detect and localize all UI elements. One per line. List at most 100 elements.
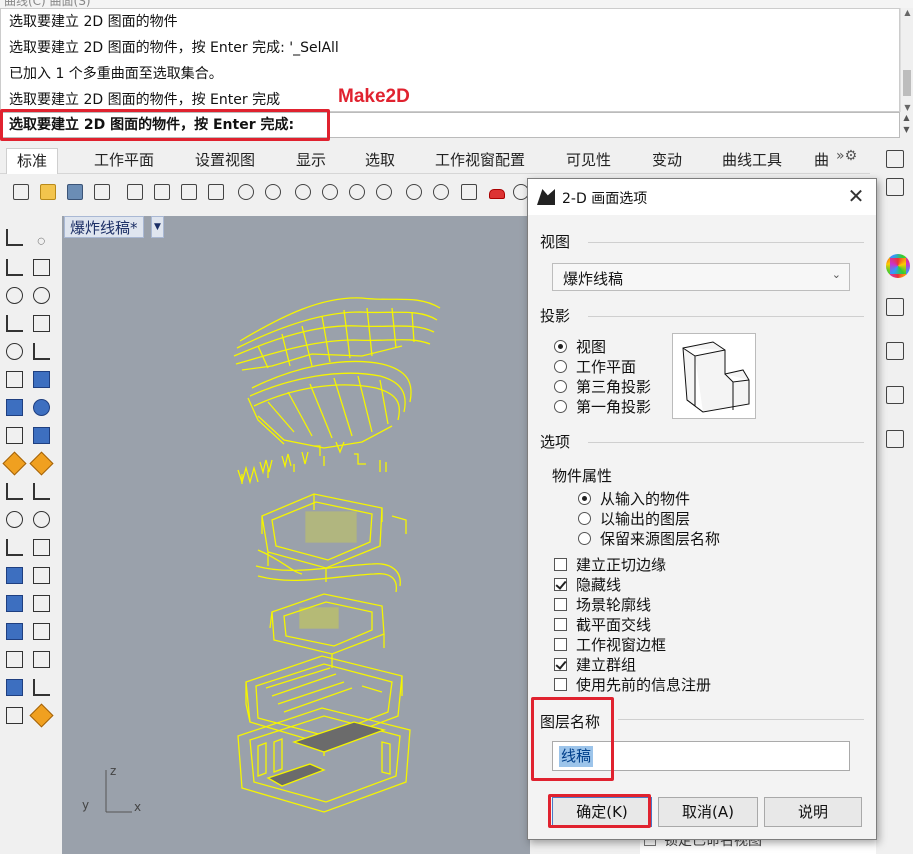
- open-folder-icon[interactable]: [37, 181, 57, 201]
- import-icon[interactable]: [124, 181, 144, 201]
- analysis-icon[interactable]: [3, 452, 25, 474]
- command-spinner[interactable]: ▲ ▼: [900, 112, 913, 138]
- box-solid-icon[interactable]: [3, 396, 25, 418]
- tab-visibility[interactable]: 可见性: [556, 148, 621, 174]
- checkbox[interactable]: [554, 578, 567, 591]
- cut-icon[interactable]: [151, 181, 171, 201]
- zoom-icon[interactable]: [319, 181, 339, 201]
- circle-icon[interactable]: [3, 284, 25, 306]
- tab-display[interactable]: 显示: [286, 148, 336, 174]
- save-icon[interactable]: [64, 181, 84, 201]
- sphere-icon[interactable]: [30, 396, 52, 418]
- radio-button[interactable]: [554, 360, 567, 373]
- tab-standard[interactable]: 标准: [6, 148, 59, 174]
- view-select[interactable]: 爆炸线稿 ⌄: [552, 263, 850, 291]
- direction-icon[interactable]: [30, 452, 52, 474]
- help-button[interactable]: 说明: [764, 797, 862, 827]
- rotate-view-icon[interactable]: [292, 181, 312, 201]
- split-icon[interactable]: [30, 480, 52, 502]
- boolean-union-icon[interactable]: [3, 508, 25, 530]
- text-object-icon[interactable]: [3, 564, 25, 586]
- print-icon[interactable]: [91, 181, 111, 201]
- mesh-icon[interactable]: [30, 424, 52, 446]
- checkbox[interactable]: [554, 618, 567, 631]
- trim-icon[interactable]: [3, 480, 25, 502]
- layers-icon[interactable]: [882, 294, 906, 318]
- tab-more[interactable]: 曲: [812, 148, 831, 174]
- material-icon[interactable]: [3, 704, 25, 726]
- offset-icon[interactable]: [30, 536, 52, 558]
- zoom-dynamic-icon[interactable]: [430, 181, 450, 201]
- block-icon[interactable]: [3, 620, 25, 642]
- rhino-logo-icon[interactable]: [882, 146, 906, 170]
- checkbox[interactable]: [554, 658, 567, 671]
- exploded-wireframe-drawing: [233, 297, 441, 813]
- paint-bucket-icon[interactable]: [30, 704, 52, 726]
- point-icon[interactable]: [37, 237, 46, 246]
- render-car-icon[interactable]: [486, 181, 506, 201]
- copy-icon[interactable]: [178, 181, 198, 201]
- polygon-icon[interactable]: [3, 340, 25, 362]
- transform-icon[interactable]: [30, 592, 52, 614]
- tab-curve-tools[interactable]: 曲线工具: [712, 148, 792, 174]
- checkmark-icon[interactable]: [30, 676, 52, 698]
- checkbox[interactable]: [554, 558, 567, 571]
- tab-set-view[interactable]: 设置视图: [185, 148, 265, 174]
- checkbox[interactable]: [554, 638, 567, 651]
- pan-icon[interactable]: [262, 181, 282, 201]
- cylinder-icon[interactable]: [3, 424, 25, 446]
- properties-icon[interactable]: [3, 676, 25, 698]
- tab-overflow-gear-icon[interactable]: »⚙: [836, 148, 866, 170]
- radio-button[interactable]: [578, 532, 591, 545]
- viewport-title[interactable]: 爆炸线稿*: [64, 216, 144, 238]
- radio-button[interactable]: [554, 380, 567, 393]
- history-scrollbar[interactable]: ▲ ▼: [900, 8, 913, 112]
- boolean-split-icon[interactable]: [30, 508, 52, 530]
- tab-viewport-layout[interactable]: 工作视窗配置: [425, 148, 535, 174]
- color-wheel-icon[interactable]: [882, 250, 910, 278]
- paint-brush-icon[interactable]: [882, 338, 906, 362]
- surface-icon[interactable]: [30, 368, 52, 390]
- arc-icon[interactable]: [3, 312, 25, 334]
- checkbox[interactable]: [554, 598, 567, 611]
- checkbox[interactable]: [554, 678, 567, 691]
- fillet-curve-icon[interactable]: [30, 340, 52, 362]
- refresh-icon[interactable]: [882, 174, 906, 198]
- undo-icon[interactable]: [235, 181, 255, 201]
- four-viewports-icon[interactable]: [458, 181, 478, 201]
- history-line: 已加入 1 个多重曲面至选取集合。: [9, 66, 223, 82]
- radio-button[interactable]: [578, 492, 591, 505]
- perspective-viewport[interactable]: [62, 216, 530, 854]
- select-arrow-icon[interactable]: [3, 226, 25, 248]
- ellipse-icon[interactable]: [30, 284, 52, 306]
- tab-cplane[interactable]: 工作平面: [84, 148, 164, 174]
- paste-icon[interactable]: [205, 181, 225, 201]
- polyline-icon[interactable]: [3, 256, 25, 278]
- zoom-extents-icon[interactable]: [373, 181, 393, 201]
- cancel-button[interactable]: 取消(A): [658, 797, 758, 827]
- dimension-icon[interactable]: [30, 564, 52, 586]
- scroll-up-icon[interactable]: ▲: [901, 8, 913, 17]
- scroll-down-icon[interactable]: ▼: [901, 103, 913, 112]
- group-icon[interactable]: [30, 648, 52, 670]
- close-icon[interactable]: ✕: [844, 185, 868, 209]
- radio-button[interactable]: [554, 400, 567, 413]
- radio-button[interactable]: [554, 340, 567, 353]
- radio-button[interactable]: [578, 512, 591, 525]
- grid-array-icon[interactable]: [3, 648, 25, 670]
- camera-icon[interactable]: [882, 426, 906, 450]
- array-icon[interactable]: [3, 592, 25, 614]
- display-monitor-icon[interactable]: [882, 382, 906, 406]
- tab-select[interactable]: 选取: [355, 148, 405, 174]
- rectangle-icon[interactable]: [30, 312, 52, 334]
- tab-transform[interactable]: 变动: [642, 148, 692, 174]
- new-file-icon[interactable]: [10, 181, 30, 201]
- scroll-thumb[interactable]: [903, 70, 911, 96]
- viewport-menu-chevron-icon[interactable]: ▼: [151, 216, 164, 238]
- zoom-window-icon[interactable]: [346, 181, 366, 201]
- zoom-selected-icon[interactable]: [403, 181, 423, 201]
- surface-points-icon[interactable]: [3, 368, 25, 390]
- fillet-icon[interactable]: [3, 536, 25, 558]
- curve-points-icon[interactable]: [30, 256, 52, 278]
- ruler-icon[interactable]: [30, 620, 52, 642]
